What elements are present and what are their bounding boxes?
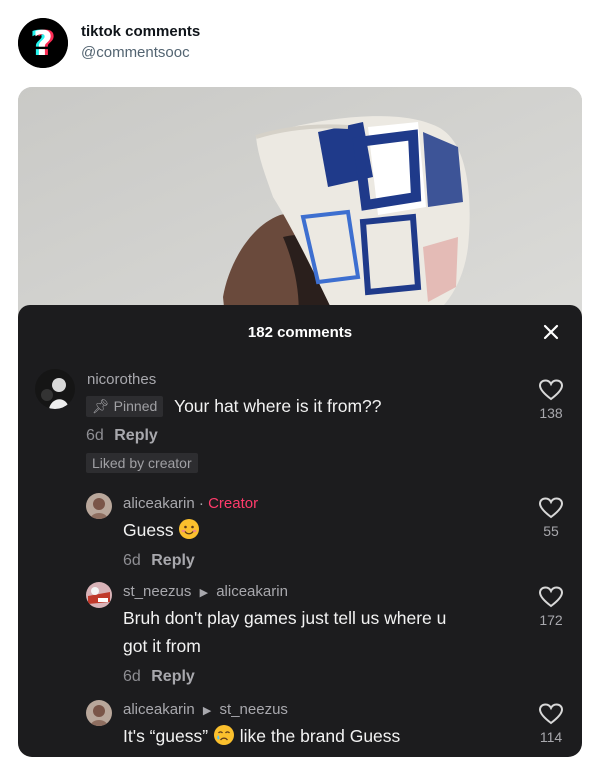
- comment-age: 6d: [123, 668, 141, 685]
- comment-text: Your hat where is it from??: [174, 396, 382, 416]
- avatar-photo-icon: [86, 700, 112, 726]
- reply-to-username[interactable]: st_neezus: [220, 701, 288, 718]
- reply-arrow-icon: ▶: [202, 705, 212, 717]
- comment-username[interactable]: aliceakarin: [123, 495, 195, 512]
- commenter-avatar[interactable]: [86, 700, 112, 726]
- like-heart-icon[interactable]: [538, 586, 564, 608]
- comment-username-line: aliceakarin · Creator: [123, 495, 259, 512]
- like-count: 138: [539, 405, 563, 421]
- close-icon[interactable]: [542, 323, 560, 341]
- like-count: 172: [539, 612, 563, 628]
- comment-text: Guess: [123, 516, 200, 544]
- creator-badge: Creator: [208, 495, 259, 512]
- comment-username[interactable]: st_neezus: [123, 583, 191, 600]
- like-heart-icon[interactable]: [538, 497, 564, 519]
- author-handle[interactable]: @commentsooc: [81, 44, 190, 61]
- tweet-media[interactable]: 182 comments nicorothes 📌︎ Pinned Your h…: [18, 87, 582, 757]
- commenter-avatar[interactable]: [86, 493, 112, 519]
- like-heart-icon[interactable]: [538, 379, 564, 401]
- liked-by-creator-badge: Liked by creator: [86, 453, 198, 473]
- avatar-photo-icon: [86, 582, 112, 608]
- smiling-face-emoji-icon: [179, 519, 200, 539]
- comment-age: 6d: [123, 552, 141, 569]
- avatar-photo-icon: [35, 369, 75, 409]
- author-name[interactable]: tiktok comments: [81, 23, 200, 40]
- comments-sheet: 182 comments nicorothes 📌︎ Pinned Your h…: [18, 305, 582, 757]
- comment-username-line: st_neezus ▶ aliceakarin: [123, 583, 288, 600]
- comment-meta: 6d Reply: [86, 427, 158, 445]
- comment-username[interactable]: aliceakarin: [123, 701, 195, 718]
- reply-button[interactable]: Reply: [114, 427, 158, 444]
- svg-text:?: ?: [33, 24, 53, 64]
- comment-text: It's “guess” like the brand Guess: [123, 725, 401, 746]
- commenter-avatar[interactable]: [35, 369, 75, 409]
- comment-meta: 6d Reply: [123, 668, 195, 686]
- reply-arrow-icon: ▶: [199, 587, 209, 599]
- reply-to-username[interactable]: aliceakarin: [216, 583, 288, 600]
- commenter-avatar[interactable]: [86, 582, 112, 608]
- comment-username-line: aliceakarin ▶ st_neezus: [123, 701, 288, 718]
- like-count: 114: [539, 729, 563, 745]
- avatar-photo-icon: [86, 493, 112, 519]
- tweet-header: ? ? ? tiktok comments @commentsooc: [18, 18, 578, 70]
- comment-age: 6d: [86, 427, 104, 444]
- comment-meta: 6d Reply: [123, 552, 195, 570]
- pin-icon: 📌︎: [92, 398, 110, 414]
- comment-username[interactable]: nicorothes: [87, 371, 156, 388]
- like-heart-icon[interactable]: [538, 703, 564, 725]
- question-mark-logo-icon: ? ? ?: [18, 18, 68, 68]
- like-count: 55: [543, 523, 559, 539]
- reply-button[interactable]: Reply: [151, 552, 195, 569]
- reply-button[interactable]: Reply: [151, 668, 195, 685]
- crying-face-emoji-icon: [213, 725, 234, 745]
- author-avatar[interactable]: ? ? ?: [18, 18, 68, 68]
- comments-count-title: 182 comments: [247, 324, 353, 341]
- comment-text: Bruh don't play games just tell us where…: [123, 608, 447, 656]
- pinned-badge: 📌︎ Pinned: [86, 396, 164, 417]
